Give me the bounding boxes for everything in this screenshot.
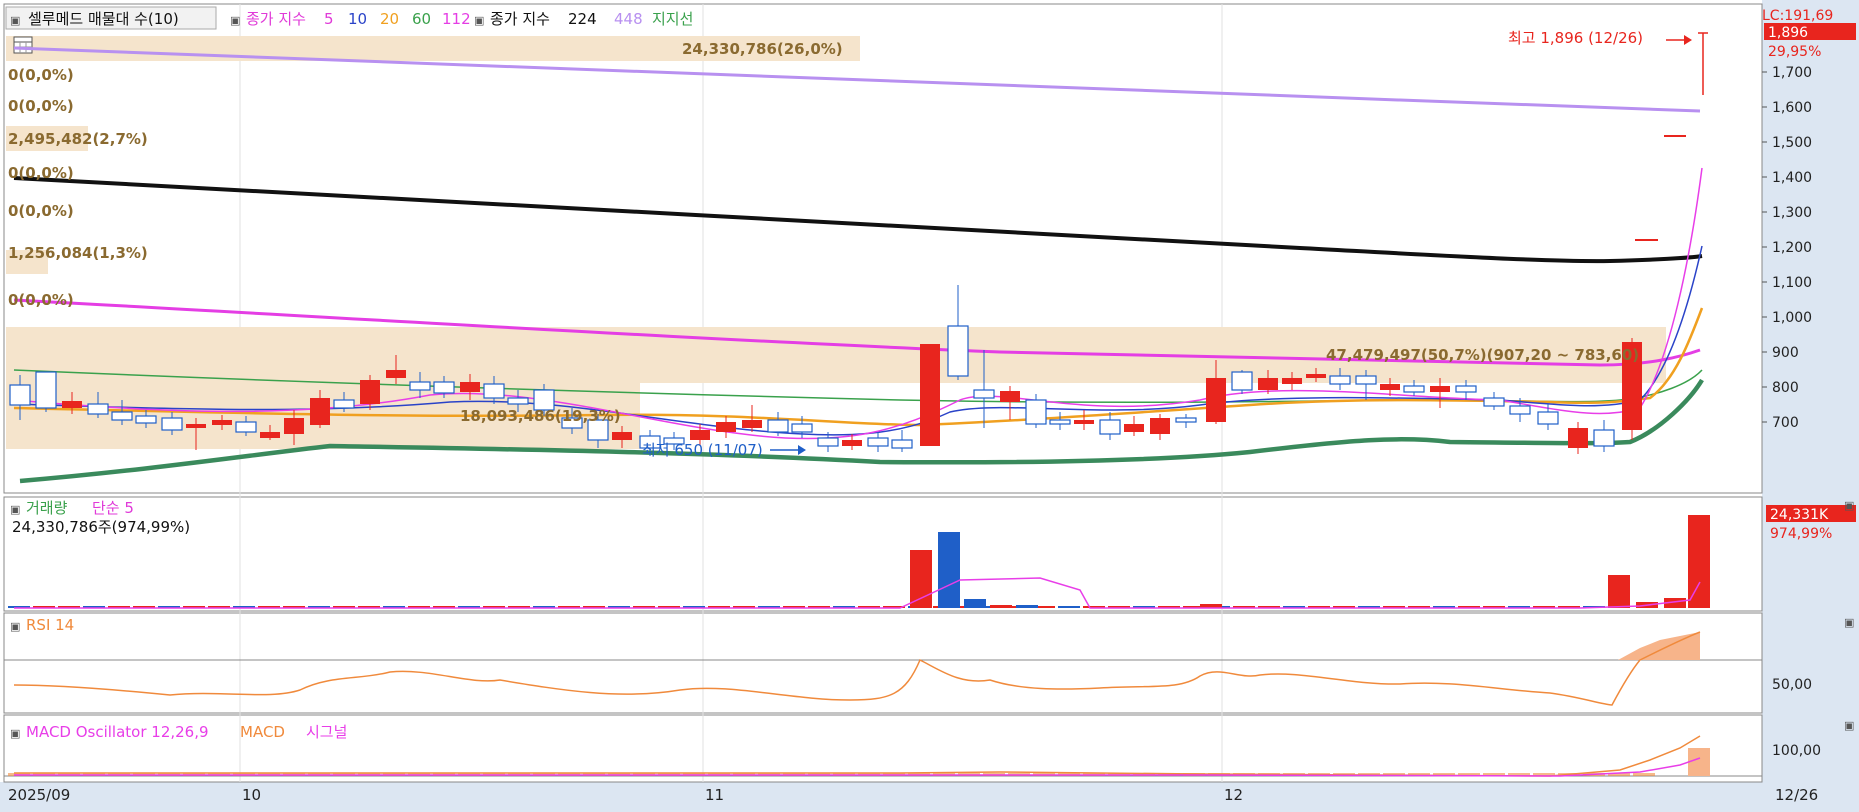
candle bbox=[35, 371, 57, 412]
x-label: 10 bbox=[242, 786, 261, 804]
legend-ma10: 10 bbox=[348, 10, 367, 28]
profile-label: 0(0,0%) bbox=[8, 164, 74, 182]
legend-ma224: 224 bbox=[568, 10, 597, 28]
y-tick-label: 1,600 bbox=[1772, 100, 1812, 116]
volume-bar bbox=[964, 599, 986, 608]
legend-ma2-label: 종가 지수 bbox=[490, 10, 550, 28]
main-legend: ▣ 셀루메드 매물대 수(10) ▣ 종가 지수 5 10 20 60 112 … bbox=[5, 6, 693, 30]
current-price: 1,896 bbox=[1768, 25, 1808, 41]
legend-ma-label: 종가 지수 bbox=[246, 10, 306, 28]
svg-text:▣: ▣ bbox=[10, 620, 20, 633]
rsi-label: RSI 14 bbox=[26, 616, 74, 634]
legend-title: 셀루메드 매물대 수(10) bbox=[28, 10, 179, 28]
macd-tick: 100,00 bbox=[1772, 743, 1821, 759]
legend-ma20: 20 bbox=[380, 10, 399, 28]
signal-label: 시그널 bbox=[306, 723, 347, 741]
y-tick-label: 1,400 bbox=[1772, 170, 1812, 186]
legend-ma60: 60 bbox=[412, 10, 431, 28]
profile-label: 0(0,0%) bbox=[8, 291, 74, 309]
profile-label: 24,330,786(26,0%) bbox=[682, 40, 843, 58]
profile-label: 2,495,482(2,7%) bbox=[8, 130, 148, 148]
legend-ma112: 112 bbox=[442, 10, 471, 28]
rsi-tick: 50,00 bbox=[1772, 677, 1812, 693]
volume-bar bbox=[1688, 515, 1710, 608]
svg-text:▣: ▣ bbox=[474, 14, 484, 27]
high-label: 최고 1,896 (12/26) bbox=[1508, 29, 1643, 47]
volume-summary: 24,330,786주(974,99%) bbox=[12, 518, 190, 536]
macd-bar bbox=[1688, 748, 1710, 776]
close-icon: ▣ bbox=[1844, 719, 1854, 732]
x-label: 12 bbox=[1224, 786, 1243, 804]
x-last-date: 12/26 bbox=[1775, 786, 1818, 804]
stock-chart[interactable]: ▣ 셀루메드 매물대 수(10) ▣ 종가 지수 5 10 20 60 112 … bbox=[0, 0, 1859, 812]
x-axis-background bbox=[0, 782, 1859, 812]
volume-bar bbox=[910, 550, 932, 608]
y-tick-label: 1,300 bbox=[1772, 205, 1812, 221]
volume-bar bbox=[1058, 606, 1080, 608]
lc-label: LC:191,69 bbox=[1762, 8, 1833, 24]
volume-label: 거래량 bbox=[26, 499, 68, 517]
svg-text:▣: ▣ bbox=[10, 727, 20, 740]
x-label: 11 bbox=[705, 786, 724, 804]
x-label: 2025/09 bbox=[8, 786, 70, 804]
y-tick-label: 1,000 bbox=[1772, 310, 1812, 326]
legend-support: 지지선 bbox=[652, 10, 693, 28]
volume-last-value: 24,331K bbox=[1770, 507, 1829, 523]
legend-ma448: 448 bbox=[614, 10, 643, 28]
close-icon: ▣ bbox=[1844, 499, 1854, 512]
candle bbox=[1231, 370, 1253, 394]
volume-bar bbox=[990, 605, 1012, 608]
y-tick-label: 800 bbox=[1772, 380, 1799, 396]
y-tick-label: 1,500 bbox=[1772, 135, 1812, 151]
profile-label: 0(0,0%) bbox=[8, 97, 74, 115]
volume-bar bbox=[1608, 575, 1630, 608]
volume-ma-label: 단순 5 bbox=[92, 499, 134, 517]
volume-last-pct: 974,99% bbox=[1770, 526, 1832, 542]
legend-ma5: 5 bbox=[324, 10, 334, 28]
profile-label: 0(0,0%) bbox=[8, 66, 74, 84]
close-icon: ▣ bbox=[1844, 616, 1854, 629]
calendar-icon[interactable] bbox=[13, 36, 33, 54]
change-pct: 29,95% bbox=[1768, 44, 1821, 60]
y-tick-label: 900 bbox=[1772, 345, 1799, 361]
svg-text:▣: ▣ bbox=[10, 503, 20, 516]
candle bbox=[920, 344, 940, 446]
svg-text:▣: ▣ bbox=[10, 14, 20, 27]
macd-label: MACD bbox=[240, 723, 285, 741]
profile-label: 18,093,486(19,3%) bbox=[460, 407, 621, 425]
low-label: 최저 650 (11/07) bbox=[642, 441, 763, 459]
volume-bar bbox=[1016, 605, 1038, 608]
profile-label: 47,479,497(50,7%)(907,20 ~ 783,60) bbox=[1326, 346, 1639, 364]
y-tick-label: 700 bbox=[1772, 415, 1799, 431]
y-tick-label: 1,700 bbox=[1772, 65, 1812, 81]
svg-text:▣: ▣ bbox=[230, 14, 240, 27]
y-tick-label: 1,100 bbox=[1772, 275, 1812, 291]
y-tick-label: 1,200 bbox=[1772, 240, 1812, 256]
profile-label: 0(0,0%) bbox=[8, 202, 74, 220]
macd-bar bbox=[1633, 773, 1655, 776]
volume-bar bbox=[938, 532, 960, 608]
macd-osc-label: MACD Oscillator 12,26,9 bbox=[26, 723, 209, 741]
profile-label: 1,256,084(1,3%) bbox=[8, 244, 148, 262]
